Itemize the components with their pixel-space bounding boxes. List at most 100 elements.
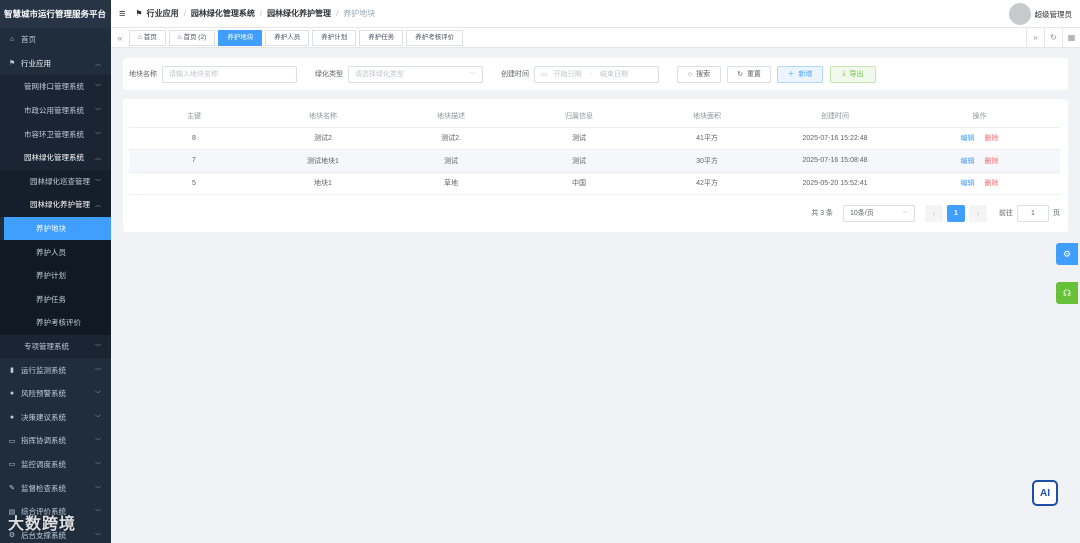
gavel-icon: ✎ xyxy=(9,485,15,493)
search-button[interactable]: ○ 搜索 xyxy=(677,65,721,83)
sidebar-item-special[interactable]: 专项管理系统 ﹀ xyxy=(0,334,111,359)
sidebar-item-industry[interactable]: ⚑ 行业应用 ︿ xyxy=(0,52,111,76)
sidebar-item-evaluation[interactable]: 养护考核评价 xyxy=(0,311,111,335)
refresh-icon[interactable]: ↻ xyxy=(1044,28,1062,48)
type-select[interactable]: 请选择绿化类型 ﹀ xyxy=(348,65,483,83)
prev-page-button[interactable]: ‹ xyxy=(925,204,943,222)
tag-plots[interactable]: 养护地块 xyxy=(218,29,263,46)
delete-link[interactable]: 删除 xyxy=(984,180,998,187)
breadcrumb: ⚑ 行业应用 / 园林绿化管理系统 / 园林绿化养护管理 / 养护地块 xyxy=(135,8,376,19)
goto-page-input[interactable]: 1 xyxy=(1017,204,1049,222)
tag-task[interactable]: 养护任务 xyxy=(359,29,404,46)
name-label: 地块名称 xyxy=(129,71,157,78)
export-button[interactable]: ⤓ 导出 xyxy=(830,65,876,83)
sidebar-item-command[interactable]: ▭ 指挥协调系统 ﹀ xyxy=(0,429,111,453)
sidebar-item-staff[interactable]: 养护人员 xyxy=(0,240,111,264)
scroll-left-icon[interactable]: « xyxy=(111,33,129,43)
calendar-icon: ▭ xyxy=(541,71,548,78)
hamburger-icon[interactable]: ≡ xyxy=(119,8,125,20)
cell-desc: 测试 xyxy=(387,149,515,173)
sidebar-item-dispatch[interactable]: ▭ 监控调度系统 ﹀ xyxy=(0,453,111,477)
sidebar-item-greening-maintenance[interactable]: 园林绿化养护管理 ︿ xyxy=(0,193,111,217)
chevron-down-icon: ﹀ xyxy=(94,392,101,399)
sidebar-item-risk[interactable]: ● 风险预警系统 ﹀ xyxy=(0,382,111,406)
avatar[interactable] xyxy=(1008,3,1031,25)
sidebar-item-pipe[interactable]: 管网排口管理系统 ﹀ xyxy=(0,75,111,99)
end-date-placeholder: 结束日期 xyxy=(599,71,628,78)
edit-link[interactable]: 编辑 xyxy=(961,158,975,165)
bell-icon: ● xyxy=(9,390,15,398)
reset-button-label: 重置 xyxy=(746,71,761,78)
sidebar-item-greening[interactable]: 园林绿化管理系统 ︿ xyxy=(0,145,111,170)
sidebar-item-label: 运行监测系统 xyxy=(21,365,66,375)
chevron-down-icon: ﹀ xyxy=(94,439,101,446)
tag-staff[interactable]: 养护人员 xyxy=(265,29,310,46)
chevron-down-icon: ﹀ xyxy=(94,486,101,493)
truck-icon: ▭ xyxy=(8,437,16,445)
col-header: 创建时间 xyxy=(771,105,899,128)
sidebar-item-supervision[interactable]: ✎ 监督检查系统 ﹀ xyxy=(0,476,111,500)
sidebar-item-plots[interactable]: 养护地块 xyxy=(4,216,111,241)
next-page-button[interactable]: › xyxy=(969,204,987,222)
sidebar-item-greening-patrol[interactable]: 园林绿化巡查管理 ﹀ xyxy=(0,169,111,194)
sidebar-item-plan[interactable]: 养护计划 xyxy=(0,263,111,288)
tag-home[interactable]: ⌂ 首页 xyxy=(129,29,166,46)
col-header: 操作 xyxy=(899,105,1060,128)
grid-icon[interactable]: ▦ xyxy=(1062,28,1080,48)
breadcrumb-item[interactable]: 园林绿化养护管理 xyxy=(267,8,331,19)
breadcrumb-item[interactable]: 行业应用 xyxy=(147,8,179,19)
delete-link[interactable]: 删除 xyxy=(984,158,998,165)
search-icon: ○ xyxy=(687,70,693,78)
username[interactable]: 超级管理员 xyxy=(1035,9,1073,20)
cell-created: 2025-07-16 15:08:48 xyxy=(771,149,899,173)
export-button-label: 导出 xyxy=(849,71,864,78)
table-header-row: 主键 地块名称 地块描述 归属信息 地块面积 创建时间 操作 xyxy=(129,105,1060,128)
chevron-down-icon: ﹀ xyxy=(94,415,101,422)
settings-float-button[interactable]: ⚙ xyxy=(1056,243,1078,265)
cell-actions: 编辑 删除 xyxy=(899,172,1060,195)
breadcrumb-item[interactable]: 园林绿化管理系统 xyxy=(191,8,255,19)
edit-link[interactable]: 编辑 xyxy=(961,180,975,187)
ai-assistant-button[interactable]: AI xyxy=(1032,480,1058,506)
range-separator: - xyxy=(589,70,592,78)
user-menu[interactable]: 超级管理员 xyxy=(1008,3,1073,25)
name-input[interactable]: 请输入地块名称 xyxy=(162,65,297,83)
add-button[interactable]: ＋新增 xyxy=(777,65,823,83)
support-float-button[interactable]: ☊ xyxy=(1056,282,1078,304)
cell-id: 8 xyxy=(129,127,259,150)
chevron-up-icon: ︿ xyxy=(94,156,101,163)
page-size-select[interactable]: 10条/页 ﹀ xyxy=(843,204,915,222)
sidebar-item-sanitation[interactable]: 市容环卫管理系统 ﹀ xyxy=(0,122,111,146)
page-number-current[interactable]: 1 xyxy=(947,204,965,222)
page-size-value: 10条/页 xyxy=(850,210,874,217)
cell-actions: 编辑 删除 xyxy=(899,149,1060,173)
sidebar-item-label: 园林绿化管理系统 xyxy=(24,153,84,163)
flag-icon: ⚑ xyxy=(8,60,16,68)
table-row: 5 地块1 草地 中国 42平方 2025-05-20 15:52:41 编辑 … xyxy=(129,172,1060,195)
sidebar-item-decision[interactable]: ● 决策建议系统 ﹀ xyxy=(0,406,111,430)
delete-link[interactable]: 删除 xyxy=(984,135,998,142)
add-button-label: 新增 xyxy=(798,71,813,78)
chevron-down-icon: ﹀ xyxy=(94,368,101,375)
cell-id: 5 xyxy=(129,172,259,195)
chart-icon: ▮ xyxy=(10,367,14,375)
tag-evaluation[interactable]: 养护考核评价 xyxy=(406,29,464,46)
col-header: 地块描述 xyxy=(387,105,515,128)
sidebar-item-label: 监控调度系统 xyxy=(21,459,66,469)
edit-link[interactable]: 编辑 xyxy=(961,135,975,142)
reset-button[interactable]: ↻ 重置 xyxy=(727,65,771,83)
date-range-picker[interactable]: ▭ 开始日期 - 结束日期 xyxy=(534,65,659,83)
tag-plan[interactable]: 养护计划 xyxy=(312,29,357,46)
table-row: 7 测试地块1 测试 测试 30平方 2025-07-16 15:08:48 编… xyxy=(129,149,1060,173)
user-icon: ● xyxy=(9,413,15,421)
sidebar-item-monitoring[interactable]: ▮ 运行监测系统 ﹀ xyxy=(0,358,111,382)
headset-icon: ☊ xyxy=(1063,287,1071,298)
pagination: 共 3 条 10条/页 ﹀ ‹ 1 › 前往 1 页 xyxy=(811,204,1060,222)
sidebar-item-task[interactable]: 养护任务 xyxy=(0,287,111,312)
sidebar-item-label: 养护任务 xyxy=(36,294,66,304)
tag-home-2[interactable]: ⌂ 首页 (2) xyxy=(168,29,216,46)
chevron-up-icon: ︿ xyxy=(94,203,101,210)
sidebar-item-home[interactable]: ⌂ 首页 xyxy=(0,28,111,52)
sidebar-item-municipal[interactable]: 市政公用管理系统 ﹀ xyxy=(0,98,111,123)
scroll-right-icon[interactable]: » xyxy=(1026,28,1044,48)
